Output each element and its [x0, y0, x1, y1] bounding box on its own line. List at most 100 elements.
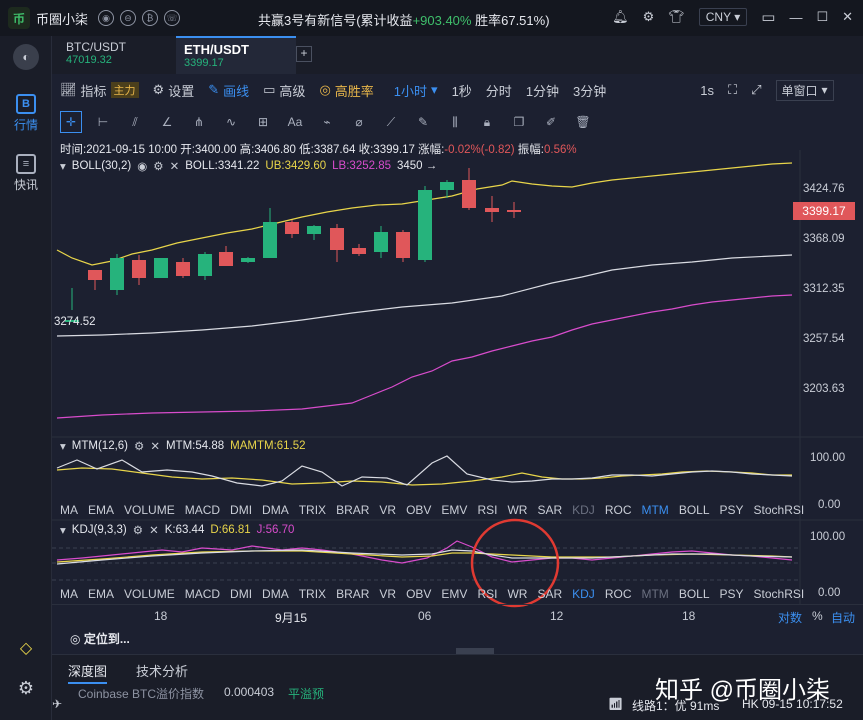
- indicator-tab-mtm[interactable]: MTM: [641, 503, 668, 521]
- lock-icon[interactable]: 🔒︎: [476, 111, 498, 133]
- indicator-tab-dmi[interactable]: DMI: [230, 587, 252, 605]
- signal-ticker[interactable]: 共赢3号有新信号(累计收益+903.40% 胜率67.51%): [258, 10, 550, 29]
- indicator-tab-stochrsi[interactable]: StochRSI: [754, 503, 805, 521]
- trash-icon[interactable]: 🗑︎: [572, 111, 594, 133]
- indicator-tab-kdj[interactable]: KDJ: [572, 503, 595, 521]
- indicator-tab-volume[interactable]: VOLUME: [124, 587, 175, 605]
- eraser-icon[interactable]: ⌀: [348, 111, 370, 133]
- indicator-tab-emv[interactable]: EMV: [441, 503, 467, 521]
- sidebar-item-news[interactable]: ≡ 快讯: [0, 154, 52, 193]
- candles-icon[interactable]: ⫼: [444, 111, 466, 133]
- refresh-rate[interactable]: 1s: [700, 83, 714, 98]
- trendline-icon[interactable]: ⫽: [124, 111, 146, 133]
- minimize-icon[interactable]: ▭: [761, 8, 775, 26]
- mtm-collapse-icon[interactable]: ▾: [60, 439, 66, 453]
- indicator-tab-sar[interactable]: SAR: [537, 503, 562, 521]
- window-select[interactable]: 单窗口 ▾: [775, 79, 834, 101]
- circle-icon-2[interactable]: ⊖: [120, 10, 137, 26]
- edit-icon[interactable]: ✐: [540, 111, 562, 133]
- phone-icon[interactable]: ☏: [164, 10, 181, 26]
- indicator-tab-macd[interactable]: MACD: [185, 587, 220, 605]
- indicator-tab-vr[interactable]: VR: [379, 503, 396, 521]
- indicator-tab-trix[interactable]: TRIX: [299, 587, 326, 605]
- log-toggle[interactable]: 对数: [778, 609, 802, 626]
- expand-icon[interactable]: ⛶: [728, 82, 737, 98]
- ruler-icon[interactable]: ⟋: [380, 111, 402, 133]
- measure-icon[interactable]: ⊞: [252, 111, 274, 133]
- indicator-tab-sar[interactable]: SAR: [537, 587, 562, 605]
- indicator-tab-psy[interactable]: PSY: [720, 503, 744, 521]
- indicator-tab-wr[interactable]: WR: [507, 503, 527, 521]
- kdj-gear-icon[interactable]: ⚙: [133, 523, 143, 537]
- indicator-tab-vr[interactable]: VR: [379, 587, 396, 605]
- interval-3m[interactable]: 3分钟: [573, 81, 606, 100]
- tab-depth[interactable]: 深度图: [68, 661, 108, 684]
- indicator-tab-boll[interactable]: BOLL: [679, 587, 710, 605]
- chart-canvas[interactable]: [52, 150, 863, 655]
- add-tab-button[interactable]: +: [296, 46, 312, 62]
- indicator-tab-rsi[interactable]: RSI: [477, 587, 497, 605]
- pen-icon[interactable]: ✎: [412, 111, 434, 133]
- diamond-icon[interactable]: ◇: [0, 638, 52, 658]
- indicator-tab-roc[interactable]: ROC: [605, 587, 632, 605]
- minimize2-icon[interactable]: —: [789, 10, 802, 25]
- text-icon[interactable]: Aa: [284, 111, 306, 133]
- tab-eth[interactable]: ETH/USDT 3399.17: [176, 36, 296, 74]
- currency-select[interactable]: CNY ▾: [698, 8, 748, 26]
- fork-icon[interactable]: ⋔: [188, 111, 210, 133]
- indicator-tab-trix[interactable]: TRIX: [299, 503, 326, 521]
- indicator-tab-volume[interactable]: VOLUME: [124, 503, 175, 521]
- indicator-tab-ma[interactable]: MA: [60, 587, 78, 605]
- mtm-remove-icon[interactable]: ✕: [150, 439, 160, 453]
- indicator-tab-wr[interactable]: WR: [507, 587, 527, 605]
- locate-button[interactable]: ◎ 定位到...: [70, 630, 130, 647]
- hline-icon[interactable]: ⊢: [92, 111, 114, 133]
- pin-icon[interactable]: ✈: [52, 697, 62, 711]
- kdj-collapse-icon[interactable]: ▾: [60, 523, 66, 537]
- indicator-tab-brar[interactable]: BRAR: [336, 587, 369, 605]
- interval-select[interactable]: 1小时 ▾: [394, 81, 438, 100]
- globe-icon[interactable]: ◐: [0, 44, 52, 70]
- indicator-tab-dma[interactable]: DMA: [262, 587, 289, 605]
- settings-icon[interactable]: ⚙: [643, 9, 655, 25]
- indicator-tab-rsi[interactable]: RSI: [477, 503, 497, 521]
- indicator-tab-dma[interactable]: DMA: [262, 503, 289, 521]
- maximize-icon[interactable]: ☐: [816, 9, 828, 25]
- bell-icon[interactable]: 🔔︎: [612, 9, 629, 25]
- indicator-tab-brar[interactable]: BRAR: [336, 503, 369, 521]
- advanced-button[interactable]: ▭ 高级: [263, 81, 305, 100]
- settings-button[interactable]: ⚙ 设置: [153, 81, 195, 100]
- bitcoin-icon[interactable]: ₿: [142, 10, 159, 26]
- tab-btc[interactable]: BTC/USDT 47019.32: [58, 36, 176, 74]
- indicator-tab-emv[interactable]: EMV: [441, 587, 467, 605]
- indicator-tab-boll[interactable]: BOLL: [679, 503, 710, 521]
- close-icon[interactable]: ✕: [842, 9, 853, 25]
- sidebar-item-market[interactable]: B 行情: [0, 94, 52, 133]
- percent-toggle[interactable]: %: [812, 609, 823, 623]
- auto-toggle[interactable]: 自动: [831, 609, 855, 626]
- draw-button[interactable]: ✎ 画线: [208, 81, 249, 100]
- indicator-tab-kdj[interactable]: KDJ: [572, 587, 595, 605]
- mtm-gear-icon[interactable]: ⚙: [134, 439, 144, 453]
- indicator-tab-obv[interactable]: OBV: [406, 503, 431, 521]
- indicator-tab-stochrsi[interactable]: StochRSI: [754, 587, 805, 605]
- angle-icon[interactable]: ∠: [156, 111, 178, 133]
- settings-gear-icon[interactable]: ⚙: [0, 678, 52, 699]
- wave-icon[interactable]: ∿: [220, 111, 242, 133]
- indicator-tab-ema[interactable]: EMA: [88, 587, 114, 605]
- indicator-tab-mtm[interactable]: MTM: [641, 587, 668, 605]
- interval-1m[interactable]: 1分钟: [526, 81, 559, 100]
- indicator-tab-obv[interactable]: OBV: [406, 587, 431, 605]
- indicator-tab-ma[interactable]: MA: [60, 503, 78, 521]
- indicator-button[interactable]: 📈︎ 指标 主力: [60, 81, 139, 100]
- indicator-tab-macd[interactable]: MACD: [185, 503, 220, 521]
- brush-icon[interactable]: ⌁: [316, 111, 338, 133]
- indicator-tab-roc[interactable]: ROC: [605, 503, 632, 521]
- interval-tick[interactable]: 分时: [486, 81, 512, 100]
- fullscreen-icon[interactable]: ⤢: [751, 82, 761, 98]
- indicator-tab-ema[interactable]: EMA: [88, 503, 114, 521]
- crosshair-icon[interactable]: ✛: [60, 111, 82, 133]
- indicator-tab-psy[interactable]: PSY: [720, 587, 744, 605]
- shirt-icon[interactable]: 👕︎: [668, 9, 685, 25]
- circle-icon-1[interactable]: ◉: [98, 10, 115, 26]
